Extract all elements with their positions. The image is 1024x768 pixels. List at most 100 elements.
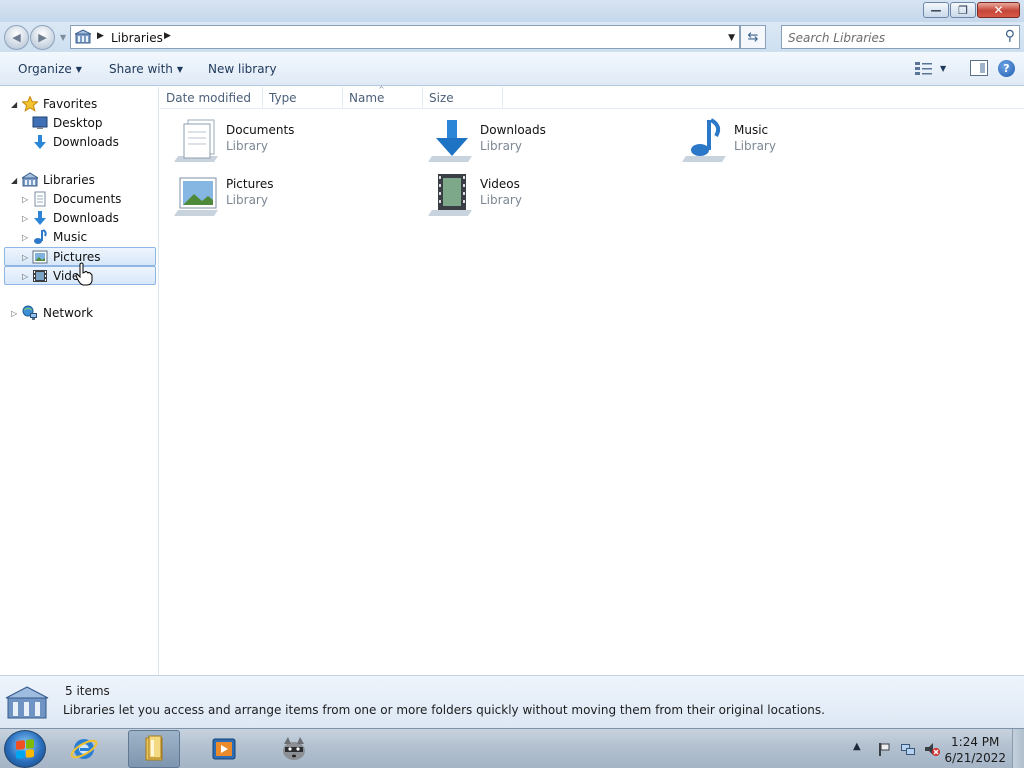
collapsed-arrow-icon[interactable]: ▷ [22, 195, 28, 204]
view-options-dropdown-icon[interactable]: ▼ [940, 64, 946, 73]
new-library-button[interactable]: New library [208, 62, 277, 76]
library-tile-music[interactable]: Music Library [668, 112, 918, 162]
column-type[interactable]: Type [263, 87, 343, 109]
library-type: Library [226, 193, 268, 207]
notification-area: ▲ [850, 729, 950, 768]
tree-item-library-downloads[interactable]: ▷ Downloads [0, 209, 159, 228]
minimize-button[interactable]: — [923, 2, 949, 18]
breadcrumb-separator-icon[interactable]: ▶ [164, 31, 171, 41]
caption-buttons: — ❐ ✕ [923, 2, 1020, 18]
search-icon[interactable]: ⚲ [1005, 28, 1015, 44]
tree-item-favorites-downloads[interactable]: Downloads [0, 133, 159, 152]
refresh-button[interactable]: ⇆ [740, 25, 766, 49]
tree-item-favorites[interactable]: ◢ Favorites [0, 95, 159, 114]
organize-button[interactable]: Organize ▼ [18, 62, 82, 76]
film-strip-icon [33, 270, 47, 282]
libraries-description: Libraries let you access and arrange ite… [63, 703, 825, 717]
star-icon [22, 96, 38, 112]
desktop-icon [32, 116, 48, 129]
windows-explorer-taskbar-button[interactable] [128, 730, 180, 768]
library-type: Library [480, 193, 522, 207]
library-tile-documents[interactable]: Documents Library [160, 112, 410, 162]
breadcrumb-separator-icon[interactable]: ▶ [97, 31, 104, 41]
navigation-pane: ◢ Favorites Desktop Downloads ◢ Librarie… [0, 87, 159, 675]
library-name: Videos [480, 177, 520, 191]
tree-item-network[interactable]: ▷ Network [0, 304, 159, 323]
library-name: Pictures [226, 177, 274, 191]
address-history-dropdown-icon[interactable]: ▼ [728, 33, 735, 43]
taskbar: ▲ 1:24 PM 6/21/2022 [0, 728, 1024, 768]
hand-pointer-cursor-icon [75, 262, 93, 286]
refresh-icon: ⇆ [747, 29, 759, 45]
expanded-arrow-icon[interactable]: ◢ [11, 100, 17, 109]
library-tile-videos[interactable]: Videos Library [414, 166, 664, 216]
library-tile-downloads[interactable]: Downloads Library [414, 112, 664, 162]
library-type: Library [480, 139, 522, 153]
raccoon-app-taskbar-button[interactable] [268, 730, 320, 768]
tree-item-documents[interactable]: ▷ Documents [0, 190, 159, 209]
search-input[interactable]: Search Libraries ⚲ [781, 25, 1020, 49]
tree-label-documents: Documents [53, 192, 122, 206]
internet-explorer-taskbar-button[interactable] [58, 730, 110, 768]
clock-time: 1:24 PM [951, 735, 1000, 749]
file-list: Documents Library Downloads Library Musi… [160, 110, 1024, 675]
collapsed-arrow-icon[interactable]: ▷ [22, 233, 28, 242]
back-button[interactable]: ◀ [4, 25, 29, 50]
library-name: Music [734, 123, 769, 137]
tree-label-desktop: Desktop [53, 116, 103, 130]
start-button[interactable] [4, 730, 46, 768]
change-view-icon[interactable] [914, 60, 934, 76]
clock-date: 6/21/2022 [944, 751, 1006, 765]
documents-icon [34, 191, 46, 207]
videos-library-icon [428, 174, 472, 216]
navigation-bar: ◀ ▶ ▼ ▶ Libraries ▶ ▼ ⇆ Search Libraries… [0, 22, 1024, 52]
preview-pane-button[interactable] [970, 60, 988, 76]
tree-item-libraries[interactable]: ◢ Libraries [0, 171, 159, 190]
collapsed-arrow-icon[interactable]: ▷ [11, 309, 17, 318]
show-desktop-button[interactable] [1012, 729, 1024, 768]
show-hidden-icons-icon[interactable]: ▲ [853, 741, 869, 757]
volume-muted-icon[interactable] [924, 741, 940, 757]
restore-button[interactable]: ❐ [950, 2, 976, 18]
share-with-button[interactable]: Share with ▼ [109, 62, 183, 76]
folder-icon [145, 735, 163, 761]
column-size[interactable]: Size [423, 87, 503, 109]
share-with-label: Share with [109, 62, 173, 76]
tree-label-libraries: Libraries [43, 173, 95, 187]
help-icon[interactable]: ? [998, 60, 1015, 77]
library-type: Library [226, 139, 268, 153]
column-header-row: Date modified Type Name ^ Size [160, 85, 1024, 109]
minimize-icon: — [930, 3, 942, 17]
column-date-modified[interactable]: Date modified [160, 87, 263, 109]
collapsed-arrow-icon[interactable]: ▷ [22, 214, 28, 223]
tree-label-favorites: Favorites [43, 97, 98, 111]
breadcrumb-libraries[interactable]: Libraries [111, 31, 163, 45]
download-arrow-icon [34, 135, 46, 149]
collapsed-arrow-icon[interactable]: ▷ [22, 253, 28, 262]
close-icon: ✕ [993, 3, 1004, 17]
close-button[interactable]: ✕ [977, 2, 1020, 18]
action-center-flag-icon[interactable] [876, 741, 892, 757]
tree-label-music: Music [53, 230, 88, 244]
library-type: Library [734, 139, 776, 153]
recent-pages-dropdown-icon[interactable]: ▼ [60, 33, 66, 42]
libraries-icon [22, 172, 38, 187]
internet-explorer-icon [70, 739, 98, 759]
forward-arrow-icon: ▶ [38, 31, 47, 44]
tree-item-desktop[interactable]: Desktop [0, 114, 159, 133]
download-arrow-icon [34, 211, 46, 225]
library-tile-pictures[interactable]: Pictures Library [160, 166, 410, 216]
expanded-arrow-icon[interactable]: ◢ [11, 176, 17, 185]
collapsed-arrow-icon[interactable]: ▷ [22, 272, 28, 281]
chevron-down-icon: ▼ [75, 65, 82, 74]
address-bar[interactable]: ▶ Libraries ▶ ▼ [70, 25, 740, 49]
sort-ascending-icon: ^ [378, 85, 385, 94]
media-player-icon [212, 738, 236, 760]
system-clock[interactable]: 1:24 PM 6/21/2022 [944, 734, 1006, 766]
chevron-down-icon: ▼ [176, 65, 184, 74]
network-status-icon[interactable] [900, 741, 916, 757]
item-count: 5 items [65, 684, 110, 698]
forward-button[interactable]: ▶ [30, 25, 55, 50]
tree-item-music[interactable]: ▷ Music [0, 228, 159, 247]
media-player-taskbar-button[interactable] [198, 730, 250, 768]
